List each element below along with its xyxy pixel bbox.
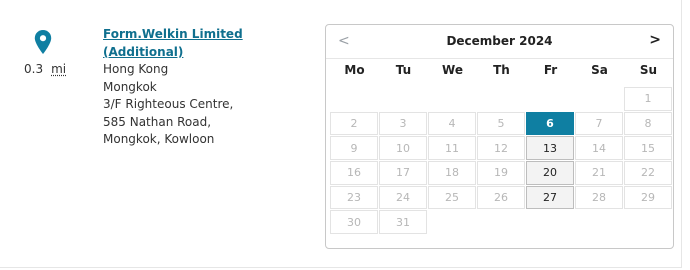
address-line: 585 Nathan Road,: [103, 114, 212, 129]
address-line: Mongkok: [103, 79, 157, 94]
weekday-label: Mo: [344, 63, 365, 77]
calendar-day: 7: [575, 111, 623, 136]
date-picker: < December 2024 > Mo Tu We Th Fr Sa Su 1…: [325, 24, 674, 249]
weekday-label: Su: [639, 63, 658, 77]
calendar-empty-cell: [330, 87, 378, 111]
calendar-day[interactable]: 20: [526, 161, 574, 185]
calendar-day: 26: [477, 185, 525, 210]
calendar-day: 22: [624, 161, 672, 185]
calendar-day: 17: [379, 161, 427, 185]
weekday-label: Th: [493, 63, 510, 77]
calendar-day[interactable]: 27: [526, 185, 574, 210]
calendar-month-title: December 2024: [446, 34, 553, 48]
calendar-day: 18: [428, 161, 476, 185]
distance-unit: mi: [51, 62, 67, 76]
calendar-day-grid: 1 2 3 4 5 6 7 8 9 10 11 12 13 14 15 16 17 18 19 20 21 22 23 24 2…: [330, 87, 673, 235]
calendar-day: 12: [477, 136, 525, 161]
calendar-day: 4: [428, 111, 476, 136]
calendar-day: 3: [379, 111, 427, 136]
calendar-day: 11: [428, 136, 476, 161]
calendar-day: 24: [379, 185, 427, 210]
distance-value: 0.3: [24, 62, 44, 76]
weekday-label: Fr: [543, 63, 558, 77]
calendar-day: 8: [624, 111, 672, 136]
store-details: Form.Welkin Limited (Additional) Hong Ko…: [103, 25, 293, 149]
calendar-day: 15: [624, 136, 672, 161]
store-name-link[interactable]: Form.Welkin Limited (Additional): [103, 25, 293, 61]
address-line: Mongkok, Kowloon: [103, 132, 215, 146]
calendar-day: 1: [624, 87, 672, 111]
address-line: 3/F Righteous Centre,: [103, 97, 234, 111]
calendar-empty-cell: [526, 87, 574, 111]
calendar-day-selected[interactable]: 6: [526, 111, 574, 136]
calendar-day: 5: [477, 111, 525, 136]
calendar-day: 19: [477, 161, 525, 185]
calendar-empty-cell: [379, 87, 427, 111]
calendar-day: 31: [379, 210, 427, 235]
calendar-day: 30: [330, 210, 378, 235]
calendar-empty-cell: [575, 87, 623, 111]
calendar-day: 25: [428, 185, 476, 210]
weekday-header-row: Mo Tu We Th Fr Sa Su: [330, 63, 673, 83]
weekday-label: We: [442, 63, 463, 77]
calendar-day: 14: [575, 136, 623, 161]
distance: 0.3 mi: [24, 62, 66, 76]
weekday-label: Tu: [395, 63, 412, 77]
map-pin-icon: [34, 30, 52, 54]
calendar-header: < December 2024 >: [326, 25, 673, 59]
calendar-day: 16: [330, 161, 378, 185]
next-month-button[interactable]: >: [649, 32, 661, 48]
weekday-label: Sa: [591, 63, 608, 77]
calendar-empty-cell: [477, 87, 525, 111]
address-line: Hong Kong: [103, 62, 169, 76]
calendar-day: 23: [330, 185, 378, 210]
calendar-day: 10: [379, 136, 427, 161]
calendar-day: 21: [575, 161, 623, 185]
calendar-day: 28: [575, 185, 623, 210]
calendar-empty-cell: [428, 87, 476, 111]
calendar-day[interactable]: 13: [526, 136, 574, 161]
calendar-day: 2: [330, 111, 378, 136]
calendar-day: 9: [330, 136, 378, 161]
calendar-day: 29: [624, 185, 672, 210]
